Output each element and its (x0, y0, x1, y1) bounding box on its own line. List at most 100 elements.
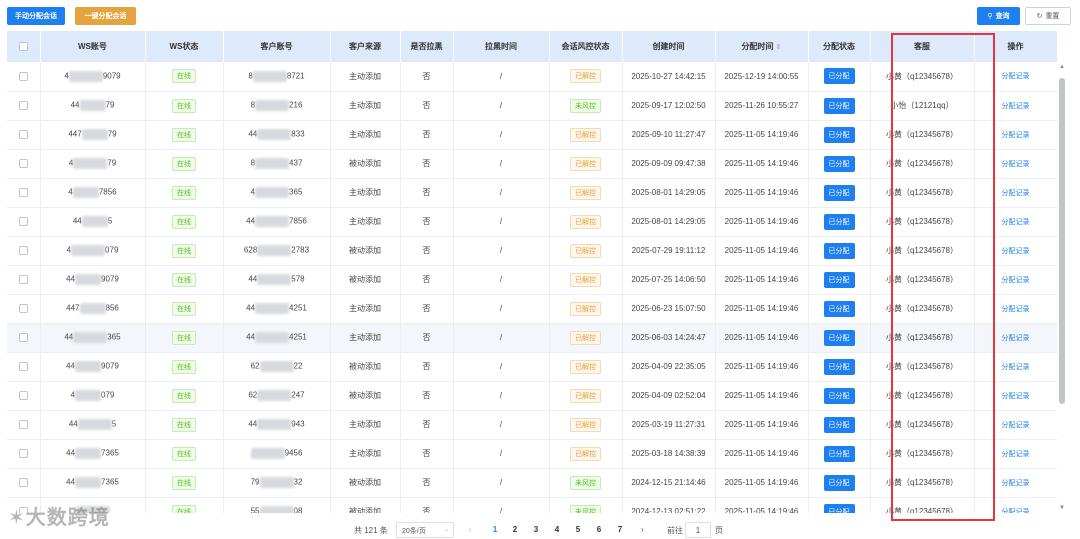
agent: 小黄（q12345678） (870, 410, 975, 440)
next-page-icon[interactable]: › (641, 525, 644, 534)
assigned-badge: 已分配 (823, 387, 855, 404)
assigned-time: 2025-11-05 14:19:46 (715, 149, 809, 179)
assign-record-link[interactable]: 分配记录 (1002, 335, 1030, 342)
masked-value (252, 70, 287, 82)
row-checkbox[interactable] (7, 265, 41, 295)
table-row[interactable]: 44 5 在线 44 943 主动添加否 / 已解控 2025-03-19 11:27:31 20… (7, 410, 1057, 440)
col-assigned-time[interactable]: 分配时间 ⇕ (715, 31, 809, 62)
prev-page-icon[interactable]: ‹ (469, 525, 472, 534)
table-row[interactable]: 44 365 在线 44 4251 主动添加否 / 已解控 2025-06-03 14:24:4… (7, 323, 1057, 353)
assign-record-link[interactable]: 分配记录 (1002, 219, 1030, 226)
page-5[interactable]: 5 (572, 525, 584, 534)
assign-record-link[interactable]: 分配记录 (1002, 480, 1030, 487)
assign-record-link[interactable]: 分配记录 (1002, 248, 1030, 255)
assign-record-link[interactable]: 分配记录 (1002, 161, 1030, 168)
total-count: 共 121 条 (354, 526, 388, 535)
search-button[interactable]: ⚲ 查询 (977, 7, 1020, 25)
row-checkbox[interactable] (7, 62, 41, 92)
ws-account: 4 79 (40, 149, 146, 179)
assign-record-link[interactable]: 分配记录 (1002, 306, 1030, 313)
table-row[interactable]: 4 079 在线 628 2783 被动添加否 / 已解控 2025-07-29 19:11:1… (7, 236, 1057, 266)
row-checkbox[interactable] (7, 381, 41, 411)
row-checkbox[interactable] (7, 207, 41, 237)
table-row[interactable]: 44 7365 在线 9456 主动添加否 / 已解控 2025-03-18 14:38:39… (7, 439, 1057, 469)
page-7[interactable]: 7 (614, 525, 626, 534)
masked-value (68, 70, 103, 82)
row-checkbox[interactable] (7, 91, 41, 121)
page-4[interactable]: 4 (551, 525, 563, 534)
assign-record-link[interactable]: 分配记录 (1002, 73, 1030, 80)
blocked-flag: 否 (400, 207, 454, 237)
row-checkbox[interactable] (7, 323, 41, 353)
table-row[interactable]: 44 5 在线 44 7856 主动添加否 / 已解控 2025-08-01 14:29:05 2… (7, 207, 1057, 237)
page-3[interactable]: 3 (530, 525, 542, 534)
assigned-badge: 已分配 (823, 184, 855, 201)
assign-state: 已分配 (808, 352, 871, 382)
customer-account: 62 247 (223, 381, 331, 411)
table-row[interactable]: 44 9079 在线 62 22 被动添加否 / 已解控 2025-04-09 22:35:05… (7, 352, 1057, 382)
row-checkbox[interactable] (7, 236, 41, 266)
assign-record-link[interactable]: 分配记录 (1002, 393, 1030, 400)
row-checkbox[interactable] (7, 294, 41, 324)
table-row[interactable]: 4 079 在线 62 247 被动添加否 / 已解控 2025-04-09 02:52:04 2… (7, 381, 1057, 411)
risk-status: 已解控 (549, 352, 623, 382)
page-6[interactable]: 6 (593, 525, 605, 534)
blocked-flag: 否 (400, 120, 454, 150)
table-row[interactable]: 447 856 在线 44 4251 主动添加否 / 已解控 2025-06-23 15:07:… (7, 294, 1057, 324)
table-row[interactable]: 在线 55 08 被动添加否 / 未风控 2024-12-13 02:51:22 2025-1… (7, 497, 1057, 513)
status-badge: 在线 (172, 214, 196, 229)
sort-icon[interactable]: ⇕ (776, 44, 782, 51)
search-icon: ⚲ (987, 13, 993, 20)
customer-account: 8 437 (223, 149, 331, 179)
assign-record-link[interactable]: 分配记录 (1002, 103, 1030, 110)
manual-assign-button[interactable]: 手动分配会话 (7, 7, 65, 25)
auto-assign-button[interactable]: 一键分配会话 (75, 7, 136, 25)
page-size-select[interactable]: 20条/页 ⌄ (396, 522, 454, 538)
customer-account: 44 943 (223, 410, 331, 440)
table-row[interactable]: 447 79 在线 44 833 主动添加否 / 已解控 2025-09-10 11:27:47… (7, 120, 1057, 150)
col-customer-source: 客户来源 (330, 31, 401, 62)
table-row[interactable]: 4 7856 在线 4 365 主动添加否 / 已解控 2025-08-01 14:29:05 2… (7, 178, 1057, 208)
row-checkbox[interactable] (7, 352, 41, 382)
goto-page-input[interactable]: 1 (685, 522, 711, 538)
block-time: / (453, 91, 550, 121)
page-1[interactable]: 1 (489, 525, 501, 534)
blocked-flag: 否 (400, 323, 454, 353)
row-checkbox[interactable] (7, 149, 41, 179)
table-row[interactable]: 4 79 在线 8 437 被动添加否 / 已解控 2025-09-09 09:47:38 202… (7, 149, 1057, 179)
refresh-icon: ↻ (1036, 13, 1043, 20)
risk-status: 已解控 (549, 62, 623, 92)
vertical-scrollbar[interactable] (1059, 78, 1065, 404)
row-checkbox[interactable] (7, 178, 41, 208)
scroll-down-arrow[interactable]: ▼ (1058, 505, 1066, 513)
assign-record-link[interactable]: 分配记录 (1002, 509, 1030, 514)
assign-record-link[interactable]: 分配记录 (1002, 277, 1030, 284)
assign-record-link[interactable]: 分配记录 (1002, 451, 1030, 458)
row-checkbox[interactable] (7, 410, 41, 440)
row-checkbox[interactable] (7, 468, 41, 498)
action-cell: 分配记录 (974, 381, 1057, 411)
select-all-checkbox[interactable] (7, 31, 41, 62)
customer-account: 44 4251 (223, 323, 331, 353)
col-created-time: 创建时间 (622, 31, 716, 62)
table-row[interactable]: 44 9079 在线 44 578 被动添加否 / 已解控 2025-07-25 14:06:5… (7, 265, 1057, 295)
assign-record-link[interactable]: 分配记录 (1002, 132, 1030, 139)
assign-state: 已分配 (808, 120, 871, 150)
table-row[interactable]: 44 7365 在线 79 32 被动添加否 / 未风控 2024-12-15 21:14:46… (7, 468, 1057, 498)
blocked-flag: 否 (400, 236, 454, 266)
row-checkbox[interactable] (7, 439, 41, 469)
scroll-up-arrow[interactable]: ▲ (1058, 64, 1066, 72)
assign-state: 已分配 (808, 265, 871, 295)
assign-record-link[interactable]: 分配记录 (1002, 422, 1030, 429)
table-row[interactable]: 4 9079 在线 8 8721 主动添加否 / 已解控 2025-10-27 14:42:15… (7, 62, 1057, 92)
page-2[interactable]: 2 (509, 525, 521, 534)
table-body: 4 9079 在线 8 8721 主动添加否 / 已解控 2025-10-27 14:42:15… (7, 62, 1057, 513)
assign-record-link[interactable]: 分配记录 (1002, 190, 1030, 197)
table-row[interactable]: 44 79 在线 8 216 主动添加否 / 未风控 2025-09-17 12:02:50 20… (7, 91, 1057, 121)
created-time: 2024-12-15 21:14:46 (622, 468, 716, 498)
chevron-down-icon: ⌄ (443, 527, 449, 533)
page-unit-label: 页 (715, 526, 723, 535)
reset-button[interactable]: ↻ 重置 (1025, 7, 1071, 25)
assign-record-link[interactable]: 分配记录 (1002, 364, 1030, 371)
row-checkbox[interactable] (7, 120, 41, 150)
